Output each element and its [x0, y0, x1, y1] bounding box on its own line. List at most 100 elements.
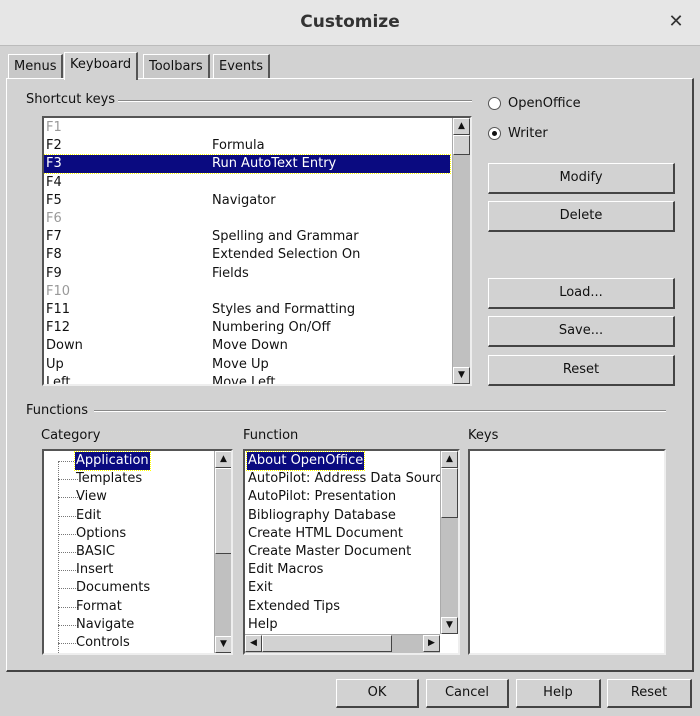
- help-button[interactable]: Help: [516, 679, 601, 708]
- category-item[interactable]: Documents: [75, 579, 151, 597]
- category-item[interactable]: Options: [75, 525, 127, 543]
- shortcut-function: Move Up: [212, 356, 269, 372]
- table-row[interactable]: F9 Fields: [44, 265, 450, 283]
- category-item[interactable]: Format: [75, 598, 123, 616]
- scroll-down-icon[interactable]: ▼: [215, 636, 231, 653]
- category-item[interactable]: Controls: [75, 634, 131, 652]
- tab-menus[interactable]: Menus: [8, 54, 64, 79]
- horizontal-scrollbar[interactable]: ◀ ▶: [245, 634, 440, 653]
- scroll-thumb[interactable]: [441, 468, 458, 518]
- category-item[interactable]: View: [75, 488, 108, 506]
- close-icon[interactable]: ✕: [664, 10, 688, 34]
- function-item[interactable]: Help: [247, 616, 279, 634]
- function-label: Function: [243, 428, 299, 443]
- keys-list[interactable]: [468, 449, 666, 655]
- scroll-up-icon[interactable]: ▲: [441, 451, 458, 468]
- shortcut-key: F1: [46, 120, 62, 135]
- shortcut-key: F5: [46, 192, 62, 208]
- save-button[interactable]: Save...: [488, 316, 675, 347]
- ok-button[interactable]: OK: [336, 679, 419, 708]
- table-row[interactable]: F6: [44, 210, 450, 228]
- shortcut-keys-label: Shortcut keys: [26, 92, 116, 107]
- shortcut-function: Fields: [212, 265, 249, 281]
- shortcut-function: Styles and Formatting: [212, 302, 356, 317]
- shortcut-function: Formula: [212, 138, 265, 154]
- table-row[interactable]: F2 Formula: [44, 137, 450, 155]
- scroll-left-icon[interactable]: ◀: [245, 635, 262, 652]
- category-item[interactable]: Edit: [75, 507, 102, 525]
- shortcut-key: F3: [46, 156, 62, 172]
- modify-button[interactable]: Modify: [488, 163, 675, 194]
- openoffice-radio-label[interactable]: OpenOffice: [508, 96, 581, 111]
- shortcut-keys-list[interactable]: F1 F2 Formula F3 Run AutoText Entry F4 F5 Navig…: [42, 116, 472, 386]
- scroll-right-icon[interactable]: ▶: [423, 635, 440, 652]
- category-tree[interactable]: Application Templates View Edit Options BASIC…: [42, 449, 233, 655]
- reset-button[interactable]: Reset: [607, 679, 692, 708]
- table-row[interactable]: Down Move Down: [44, 337, 450, 355]
- function-list[interactable]: About OpenOffice AutoPilot: Address Data …: [243, 449, 460, 655]
- shortcut-key: F7: [46, 229, 62, 245]
- function-item[interactable]: About OpenOffice: [245, 451, 366, 471]
- tab-keyboard[interactable]: Keyboard: [64, 52, 139, 80]
- scroll-thumb[interactable]: [215, 468, 231, 554]
- category-item[interactable]: Navigate: [75, 616, 135, 634]
- category-item[interactable]: Application: [74, 451, 151, 471]
- scroll-thumb[interactable]: [262, 635, 392, 652]
- table-row[interactable]: F5 Navigator: [44, 192, 450, 210]
- category-item[interactable]: Insert: [75, 561, 114, 579]
- shortcut-function: Numbering On/Off: [212, 320, 331, 336]
- category-item[interactable]: Templates: [75, 470, 143, 488]
- shortcut-key: F11: [46, 302, 71, 317]
- table-row[interactable]: F1: [44, 119, 450, 137]
- table-row[interactable]: F10: [44, 283, 450, 301]
- table-row[interactable]: F8 Extended Selection On: [44, 246, 450, 264]
- shortcut-key: F6: [46, 211, 62, 226]
- scroll-up-icon[interactable]: ▲: [215, 451, 231, 468]
- function-item[interactable]: Create Master Document: [247, 543, 412, 561]
- table-row[interactable]: F11 Styles and Formatting: [44, 301, 450, 319]
- scroll-down-icon[interactable]: ▼: [441, 617, 458, 634]
- scroll-up-icon[interactable]: ▲: [453, 118, 470, 135]
- cancel-button[interactable]: Cancel: [426, 679, 509, 708]
- table-row[interactable]: F3 Run AutoText Entry: [44, 154, 451, 175]
- function-item[interactable]: Exit: [247, 579, 274, 597]
- table-row[interactable]: F7 Spelling and Grammar: [44, 228, 450, 246]
- table-row[interactable]: F4: [44, 174, 450, 192]
- functions-label: Functions: [26, 403, 89, 418]
- function-item[interactable]: Extended Tips: [247, 598, 341, 616]
- scroll-down-icon[interactable]: ▼: [453, 367, 470, 384]
- delete-button[interactable]: Delete: [488, 201, 675, 232]
- shortcut-key: F10: [46, 283, 71, 299]
- shortcut-function: Navigator: [212, 192, 276, 208]
- category-label: Category: [41, 428, 101, 443]
- function-item[interactable]: AutoPilot: Address Data Source: [247, 470, 451, 488]
- function-item[interactable]: Bibliography Database: [247, 507, 397, 525]
- scroll-thumb[interactable]: [453, 135, 470, 155]
- shortcut-key: F2: [46, 138, 62, 154]
- openoffice-radio[interactable]: [488, 97, 501, 110]
- scrollbar[interactable]: ▲ ▼: [440, 451, 458, 634]
- category-item[interactable]: BASIC: [75, 543, 116, 561]
- table-row[interactable]: Left Move Left: [44, 374, 450, 384]
- function-item[interactable]: Create HTML Document: [247, 525, 404, 543]
- reset-shortcut-button[interactable]: Reset: [488, 355, 675, 386]
- shortcut-key: F9: [46, 265, 62, 281]
- load-button[interactable]: Load...: [488, 278, 675, 309]
- shortcut-function: Run AutoText Entry: [212, 156, 337, 172]
- function-item[interactable]: AutoPilot: Presentation: [247, 488, 397, 506]
- scrollbar[interactable]: ▲ ▼: [214, 451, 231, 653]
- divider: [118, 100, 472, 102]
- table-row[interactable]: F12 Numbering On/Off: [44, 319, 450, 337]
- writer-radio[interactable]: [488, 127, 501, 140]
- function-item[interactable]: Edit Macros: [247, 561, 324, 579]
- shortcut-function: Extended Selection On: [212, 247, 361, 263]
- tab-events[interactable]: Events: [213, 54, 271, 79]
- tree-line: [58, 461, 59, 653]
- tab-toolbars[interactable]: Toolbars: [143, 54, 210, 79]
- shortcut-key: F4: [46, 174, 62, 190]
- shortcut-key: F12: [46, 320, 71, 336]
- scrollbar[interactable]: ▲ ▼: [452, 118, 470, 384]
- table-row[interactable]: Up Move Up: [44, 356, 450, 374]
- window-title: Customize: [300, 12, 400, 32]
- writer-radio-label[interactable]: Writer: [508, 126, 548, 141]
